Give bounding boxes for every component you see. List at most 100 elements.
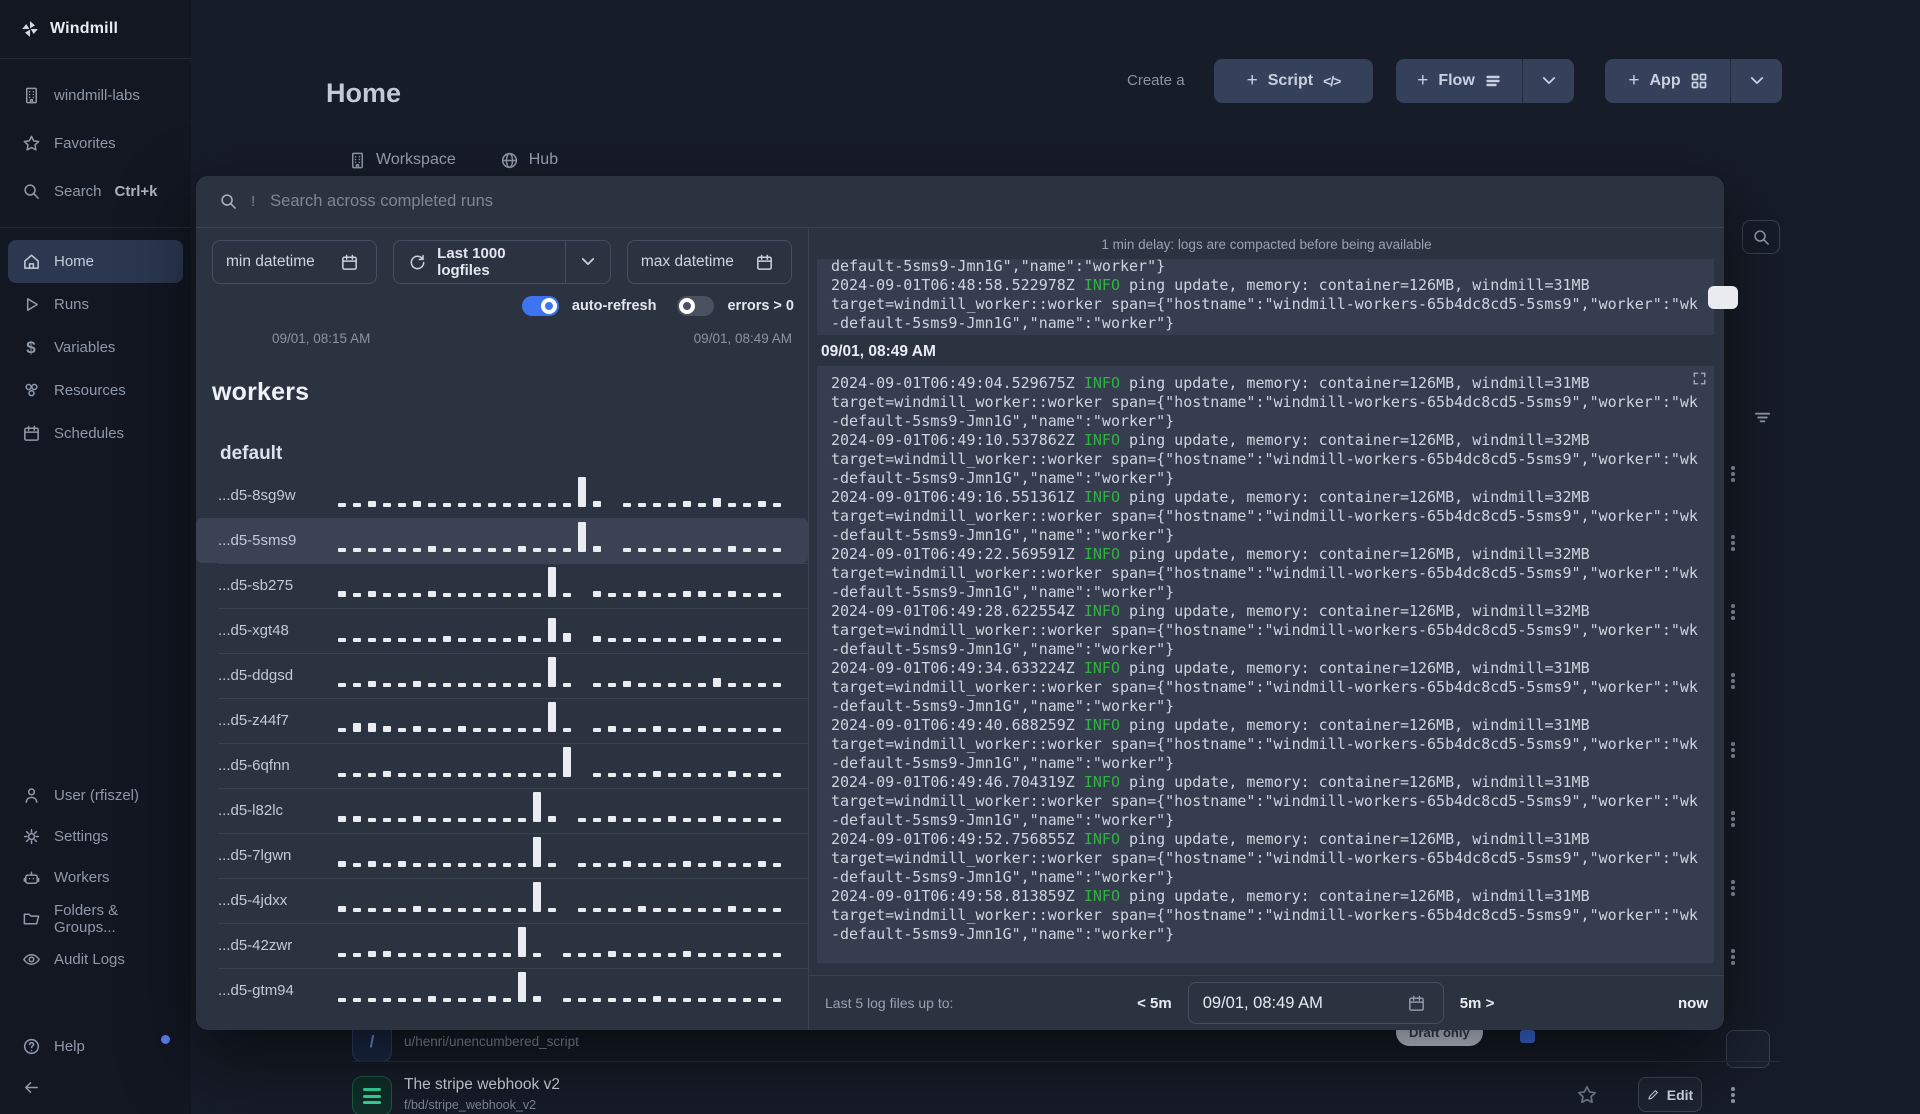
- calendar-icon[interactable]: [747, 246, 781, 278]
- tab-workspace[interactable]: Workspace: [347, 150, 456, 170]
- search-icon: [21, 181, 41, 201]
- auto-refresh-toggle[interactable]: [521, 296, 559, 316]
- sidebar-item-label: Resources: [54, 382, 126, 399]
- create-app-button[interactable]: + App: [1605, 59, 1730, 103]
- sidebar-item-variables[interactable]: $ Variables: [8, 326, 183, 369]
- create-flow-label: Flow: [1438, 72, 1475, 89]
- worker-row[interactable]: ...d5-xgt48: [196, 608, 808, 653]
- log-datetime-input[interactable]: 09/01, 08:49 AM: [1187, 982, 1444, 1024]
- deploy-icon[interactable]: [1520, 1030, 1535, 1043]
- sidebar-item-favorites[interactable]: Favorites: [0, 119, 191, 167]
- log-target-line: target=windmill_worker::worker span={"ho…: [831, 849, 1698, 886]
- search-shortcut: Ctrl+k: [114, 182, 158, 200]
- create-app-dropdown-button[interactable]: [1730, 59, 1782, 103]
- worker-activity-sparkline: [338, 971, 794, 1009]
- calendar-icon: [21, 424, 41, 444]
- sidebar-item-workspace[interactable]: windmill-labs: [0, 71, 191, 119]
- play-icon: [21, 295, 41, 315]
- worker-row[interactable]: ...d5-z44f7: [196, 698, 808, 743]
- filter-sliders-icon[interactable]: [1752, 407, 1772, 432]
- sidebar-item-schedules[interactable]: Schedules: [8, 412, 183, 455]
- create-script-button[interactable]: + Script </>: [1214, 59, 1373, 103]
- worker-row[interactable]: ...d5-ddgsd: [196, 653, 808, 698]
- row-menu-icon[interactable]: [1731, 462, 1735, 486]
- worker-name: ...d5-gtm94: [218, 982, 294, 999]
- eye-icon: [21, 950, 41, 970]
- create-flow-button[interactable]: + Flow: [1396, 59, 1522, 103]
- sidebar-item-folders-groups[interactable]: Folders & Groups...: [0, 898, 191, 939]
- row-menu-icon[interactable]: [1731, 945, 1735, 969]
- row-menu-icon[interactable]: [1731, 600, 1735, 624]
- edit-button[interactable]: Edit: [1638, 1077, 1702, 1112]
- worker-row[interactable]: ...d5-6qfnn: [196, 743, 808, 788]
- row-menu-icon[interactable]: [1731, 669, 1735, 693]
- sidebar-item-workers[interactable]: Workers: [0, 857, 191, 898]
- plus-icon: +: [1628, 69, 1640, 91]
- sidebar-item-settings[interactable]: Settings: [0, 816, 191, 857]
- sidebar-nav: Home Runs $ Variables Resources Schedule…: [0, 228, 191, 467]
- calendar-icon[interactable]: [332, 246, 366, 278]
- sidebar-collapse-button[interactable]: [0, 1067, 191, 1108]
- row-menu-icon[interactable]: [1731, 876, 1735, 900]
- row-menu-icon[interactable]: [1731, 1083, 1735, 1107]
- sidebar-item-home[interactable]: Home: [8, 240, 183, 283]
- sidebar-item-help[interactable]: Help: [0, 1026, 191, 1067]
- worker-row[interactable]: ...d5-4jdxx: [196, 878, 808, 923]
- logfiles-refresh-button[interactable]: Last 1000 logfiles: [394, 241, 565, 283]
- worker-row[interactable]: ...d5-l82lc: [196, 788, 808, 833]
- worker-name: ...d5-ddgsd: [218, 667, 294, 684]
- search-input[interactable]: [268, 191, 1702, 212]
- sidebar-item-label: Variables: [54, 339, 116, 356]
- errors-toggle[interactable]: [677, 296, 715, 316]
- worker-row[interactable]: ...d5-42zwr: [196, 923, 808, 968]
- worker-name: ...d5-l82lc: [218, 802, 284, 819]
- sidebar-item-resources[interactable]: Resources: [8, 369, 183, 412]
- row-divider: [352, 1061, 1780, 1062]
- gear-icon: [21, 827, 41, 847]
- now-button[interactable]: now: [1678, 995, 1708, 1012]
- logfiles-dropdown-button[interactable]: [564, 241, 610, 283]
- worker-row[interactable]: ...d5-5sms9: [196, 518, 808, 563]
- worker-row[interactable]: ...d5-8sg9w: [196, 473, 808, 518]
- log-footer-label: Last 5 log files up to:: [825, 995, 954, 1011]
- log-target-line: target=windmill_worker::worker span={"ho…: [831, 450, 1698, 487]
- expand-icon[interactable]: [1692, 371, 1707, 391]
- sidebar-item-audit-logs[interactable]: Audit Logs: [0, 939, 191, 980]
- favorite-star-icon[interactable]: [1576, 1084, 1598, 1111]
- range-end: 09/01, 08:49 AM: [693, 331, 792, 346]
- table-search-button[interactable]: [1742, 220, 1780, 254]
- row-menu-icon[interactable]: [1731, 531, 1735, 555]
- worker-row[interactable]: ...d5-gtm94: [196, 968, 808, 1013]
- building-icon: [347, 150, 367, 170]
- worker-activity-sparkline: [338, 701, 794, 739]
- row-menu-icon[interactable]: [1731, 738, 1735, 762]
- sidebar-item-label: Home: [54, 253, 95, 270]
- min-datetime-input[interactable]: min datetime: [212, 240, 378, 284]
- row-action-button[interactable]: [1726, 1030, 1770, 1068]
- log-clipped-line: default-5sms9-Jmn1G","name":"worker"}: [831, 259, 1166, 275]
- log-line: 2024-09-01T06:49:34.633224Z INFO ping up…: [831, 659, 1590, 677]
- windmill-logo-icon: [20, 19, 40, 39]
- row-menu-icon[interactable]: [1731, 807, 1735, 831]
- log-filters: min datetime Last 1000 logfiles max date…: [196, 240, 808, 284]
- star-icon: [21, 133, 41, 153]
- back-5m-button[interactable]: < 5m: [1137, 995, 1172, 1012]
- worker-list: ...d5-8sg9w ...d5-5sms9 ...d5-sb275 ...d…: [196, 473, 808, 1013]
- worker-row[interactable]: ...d5-sb275: [196, 563, 808, 608]
- app-logo[interactable]: Windmill: [0, 0, 191, 58]
- flow-item-title[interactable]: The stripe webhook v2: [404, 1076, 560, 1094]
- sidebar-item-label: Help: [54, 1038, 85, 1055]
- max-datetime-input[interactable]: max datetime: [626, 240, 793, 284]
- sidebar-item-user[interactable]: User (rfiszel): [0, 775, 191, 816]
- worker-row[interactable]: ...d5-7lgwn: [196, 833, 808, 878]
- create-flow-dropdown-button[interactable]: [1522, 59, 1574, 103]
- tab-hub[interactable]: Hub: [500, 150, 558, 170]
- worker-group-heading: default: [220, 443, 283, 464]
- sidebar-item-search[interactable]: Search Ctrl+k: [0, 167, 191, 215]
- worker-activity-sparkline: [338, 656, 794, 694]
- worker-activity-sparkline: [338, 521, 794, 559]
- script-item-path[interactable]: u/henri/unencumbered_script: [404, 1034, 579, 1049]
- calendar-icon[interactable]: [1400, 987, 1434, 1019]
- sidebar-item-runs[interactable]: Runs: [8, 283, 183, 326]
- forward-5m-button[interactable]: 5m >: [1460, 995, 1495, 1012]
